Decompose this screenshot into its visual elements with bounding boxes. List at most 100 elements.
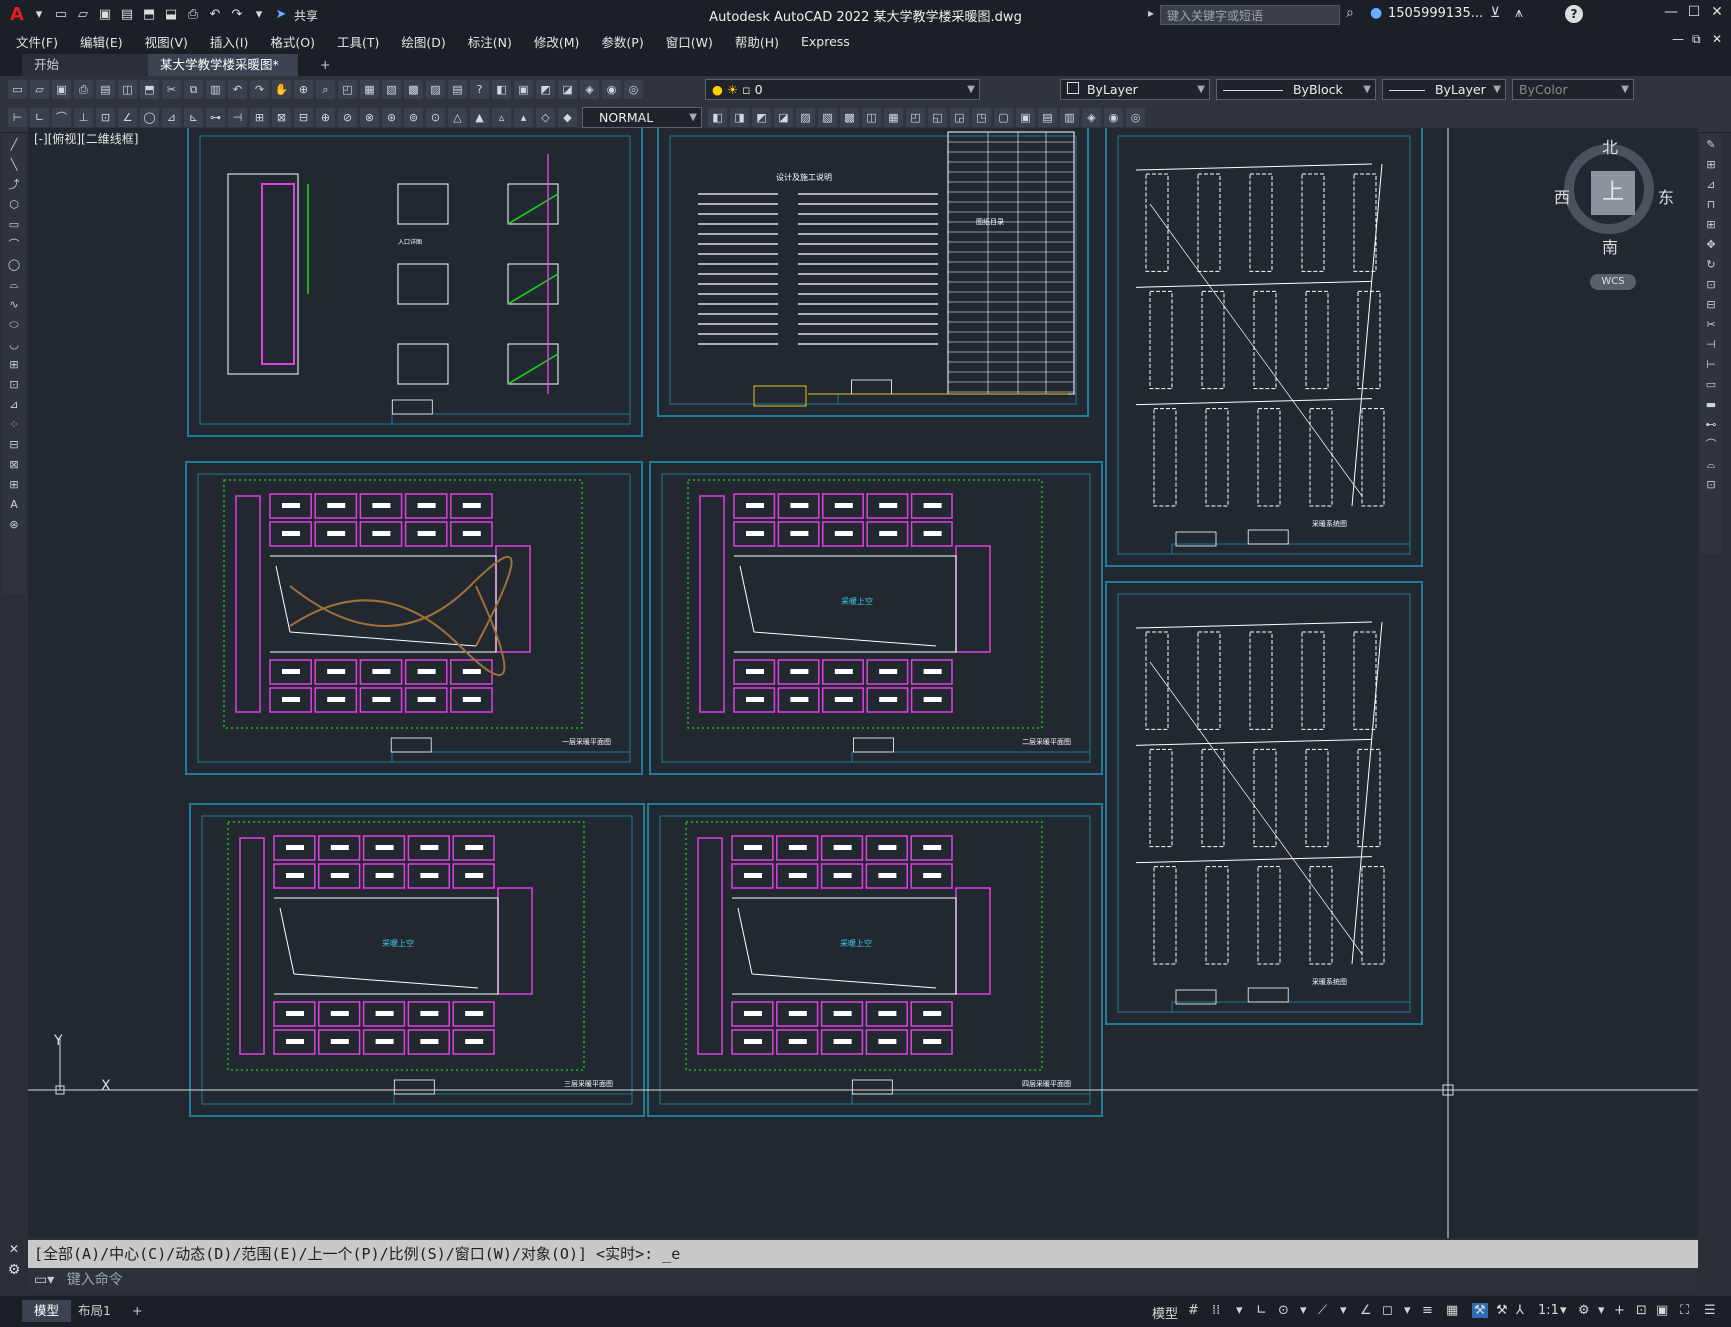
search-input[interactable]: 键入关键字或短语: [1160, 5, 1340, 25]
standard-tool-icon[interactable]: ✋: [272, 80, 291, 99]
modify-tool-icon[interactable]: ⌒: [1702, 436, 1720, 454]
draw-tool-icon[interactable]: ⌓: [5, 276, 23, 294]
modify-tool-icon[interactable]: ◨: [730, 108, 749, 127]
modify-tool-icon[interactable]: ▩: [840, 108, 859, 127]
draw-tool-icon[interactable]: ╲: [5, 156, 23, 174]
modify-tool-icon[interactable]: ⊡: [1702, 276, 1720, 294]
command-input[interactable]: ▭▾ 键入命令: [28, 1268, 1698, 1292]
redo-icon[interactable]: ↷: [228, 6, 246, 24]
viewcube-north[interactable]: 北: [1602, 134, 1618, 158]
customize-icon[interactable]: ☰: [1704, 1303, 1716, 1318]
auto-scale-icon[interactable]: ⚒: [1496, 1303, 1508, 1318]
layer-dropdown[interactable]: ● ☀ ▫ 0 ▼: [705, 79, 980, 100]
add-layout-button[interactable]: +: [120, 1300, 154, 1322]
modify-tool-icon[interactable]: ⊓: [1702, 196, 1720, 214]
modify-tool-icon[interactable]: ▧: [818, 108, 837, 127]
undo-icon[interactable]: ↶: [206, 6, 224, 24]
menu-dimension[interactable]: 标注(N): [468, 32, 512, 51]
draw-tool-icon[interactable]: ▭: [5, 216, 23, 234]
menu-parametric[interactable]: 参数(P): [601, 32, 643, 51]
draw-tool-icon[interactable]: ⊡: [5, 376, 23, 394]
chevron-down-icon[interactable]: ▾: [1340, 1303, 1347, 1318]
standard-tool-icon[interactable]: ✂: [162, 80, 181, 99]
chevron-down-icon[interactable]: ▾: [30, 6, 48, 24]
units-icon[interactable]: ⊡: [1636, 1303, 1647, 1318]
menu-modify[interactable]: 修改(M): [534, 32, 580, 51]
standard-tool-icon[interactable]: ↶: [228, 80, 247, 99]
chevron-down-icon[interactable]: ▾: [1300, 1303, 1307, 1318]
draw-tool-icon[interactable]: ╱: [5, 136, 23, 154]
new-file-icon[interactable]: ▭: [52, 6, 70, 24]
modify-tool-icon[interactable]: ▭: [1702, 376, 1720, 394]
drawing-area[interactable]: 入口详图设计及施工说明图纸目录采暖系统图一层采暖平面图采暖上空二层采暖平面图采暖…: [28, 128, 1698, 1238]
standard-tool-icon[interactable]: ▭: [8, 80, 27, 99]
menu-view[interactable]: 视图(V): [145, 32, 188, 51]
close-icon[interactable]: ✕: [1706, 4, 1728, 20]
dimension-tool-icon[interactable]: ▲: [470, 108, 489, 127]
color-dropdown[interactable]: ByLayer ▼: [1060, 79, 1210, 100]
modify-tool-icon[interactable]: ◉: [1104, 108, 1123, 127]
dimension-tool-icon[interactable]: ⊛: [382, 108, 401, 127]
quick-properties-icon[interactable]: ▣: [1656, 1303, 1668, 1318]
modify-tool-icon[interactable]: ◧: [708, 108, 727, 127]
modify-tool-icon[interactable]: ⊿: [1702, 176, 1720, 194]
close-icon[interactable]: ✕: [3, 1242, 25, 1256]
dimension-tool-icon[interactable]: ◇: [536, 108, 555, 127]
save-as-icon[interactable]: ▤: [118, 6, 136, 24]
polar-icon[interactable]: ⊙: [1278, 1303, 1289, 1318]
dimension-tool-icon[interactable]: ⊾: [184, 108, 203, 127]
modify-tool-icon[interactable]: ↻: [1702, 256, 1720, 274]
modify-tool-icon[interactable]: ⊷: [1702, 416, 1720, 434]
draw-tool-icon[interactable]: ∿: [5, 296, 23, 314]
menu-tools[interactable]: 工具(T): [337, 32, 379, 51]
modify-tool-icon[interactable]: ▬: [1702, 396, 1720, 414]
standard-tool-icon[interactable]: ◩: [536, 80, 555, 99]
viewcube-west[interactable]: 西: [1554, 184, 1570, 208]
standard-tool-icon[interactable]: ▨: [426, 80, 445, 99]
standard-tool-icon[interactable]: ⊕: [294, 80, 313, 99]
dimstyle-dropdown[interactable]: NORMAL ▼: [582, 107, 702, 128]
standard-tool-icon[interactable]: ▧: [382, 80, 401, 99]
plus-icon[interactable]: +: [1614, 1303, 1625, 1318]
clean-screen-icon[interactable]: ⛶: [1680, 1303, 1689, 1318]
tab-layout1[interactable]: 布局1: [66, 1300, 123, 1322]
standard-tool-icon[interactable]: ▤: [448, 80, 467, 99]
draw-tool-icon[interactable]: ◯: [5, 256, 23, 274]
osnap-icon[interactable]: ◻: [1382, 1303, 1393, 1318]
save-icon[interactable]: ▣: [96, 6, 114, 24]
dimension-tool-icon[interactable]: ⊞: [250, 108, 269, 127]
modify-tool-icon[interactable]: ◳: [972, 108, 991, 127]
wrench-icon[interactable]: ⚙: [3, 1262, 25, 1278]
osnap-tracking-icon[interactable]: ∠: [1360, 1303, 1372, 1318]
modify-tool-icon[interactable]: ⊣: [1702, 336, 1720, 354]
modify-tool-icon[interactable]: ✎: [1702, 136, 1720, 154]
menu-format[interactable]: 格式(O): [270, 32, 315, 51]
dimension-tool-icon[interactable]: ▴: [514, 108, 533, 127]
chevron-down-icon[interactable]: ▾: [250, 6, 268, 24]
modify-tool-icon[interactable]: ◪: [774, 108, 793, 127]
user-name[interactable]: 1505999135...: [1388, 6, 1483, 21]
modify-tool-icon[interactable]: ◩: [752, 108, 771, 127]
share-label[interactable]: 共享: [294, 7, 318, 24]
modify-tool-icon[interactable]: ⊡: [1702, 476, 1720, 494]
modify-tool-icon[interactable]: ▣: [1016, 108, 1035, 127]
viewcube-top-face[interactable]: 上: [1591, 171, 1635, 215]
modify-tool-icon[interactable]: ⊢: [1702, 356, 1720, 374]
dimension-tool-icon[interactable]: ∠: [118, 108, 137, 127]
chevron-down-icon[interactable]: ▾: [1560, 1303, 1567, 1318]
dimension-tool-icon[interactable]: ⊡: [96, 108, 115, 127]
standard-tool-icon[interactable]: ↷: [250, 80, 269, 99]
menu-help[interactable]: 帮助(H): [735, 32, 779, 51]
linetype-dropdown[interactable]: ByBlock ▼: [1216, 79, 1376, 100]
modify-tool-icon[interactable]: ▢: [994, 108, 1013, 127]
modify-tool-icon[interactable]: ◎: [1126, 108, 1145, 127]
tab-start[interactable]: 开始: [22, 54, 148, 76]
standard-tool-icon[interactable]: ◎: [624, 80, 643, 99]
autocad-logo-icon[interactable]: A: [8, 6, 26, 24]
doc-restore-icon[interactable]: ⧉: [1692, 32, 1701, 47]
draw-tool-icon[interactable]: ⬡: [5, 196, 23, 214]
standard-tool-icon[interactable]: ▥: [206, 80, 225, 99]
standard-tool-icon[interactable]: ?: [470, 80, 489, 99]
standard-tool-icon[interactable]: ▦: [360, 80, 379, 99]
draw-tool-icon[interactable]: ⬭: [5, 316, 23, 334]
